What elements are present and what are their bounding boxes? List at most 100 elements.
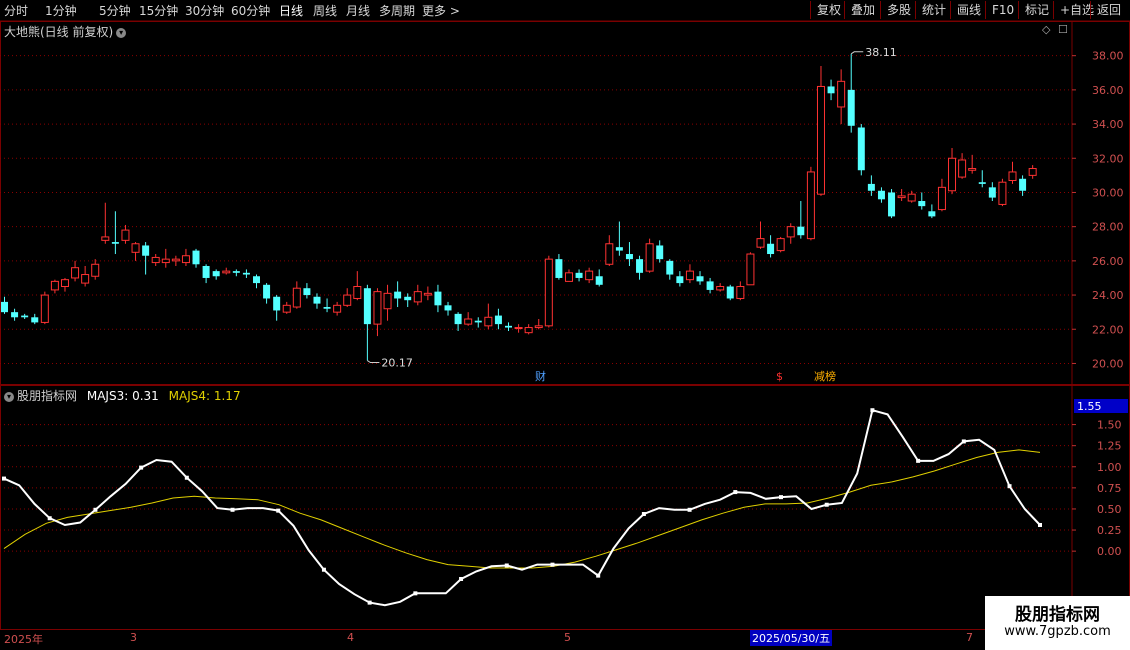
candle-body [31, 317, 39, 323]
period-fenshi-tab[interactable]: 分时 [4, 2, 28, 19]
candle-body [514, 327, 523, 330]
candle-body [1008, 171, 1017, 181]
candle [716, 283, 725, 292]
candle-body [776, 238, 785, 252]
f10-button[interactable]: F10 [985, 1, 1020, 19]
candle [91, 259, 100, 280]
draw-line-button[interactable]: 画线 [950, 1, 987, 19]
candle-body [454, 313, 462, 325]
candle [736, 281, 745, 301]
candle-body [363, 288, 371, 325]
period-15min-tab[interactable]: 15分钟 [139, 2, 178, 19]
period-60min-tab[interactable]: 60分钟 [231, 2, 270, 19]
candle-body [595, 276, 603, 285]
date-label-may: 5 [564, 631, 571, 644]
candle-body [716, 286, 725, 291]
candle [101, 202, 110, 244]
date-label-apr: 4 [347, 631, 354, 644]
candle [373, 288, 382, 337]
majs3-point [733, 490, 738, 495]
candle [11, 308, 19, 321]
candle-body [413, 291, 422, 303]
candle [837, 69, 846, 125]
period-daily-tab[interactable]: 日线 [279, 2, 303, 19]
candle [303, 283, 311, 299]
candle [242, 269, 250, 278]
candle-body [575, 272, 583, 278]
candle [474, 317, 482, 328]
indicator-chart[interactable]: 1.50 1.25 1.00 0.75 0.50 0.25 0.00 1.55 [0, 386, 1130, 629]
candle-body [888, 192, 896, 217]
period-more-tab[interactable]: 更多 > [422, 2, 460, 19]
candle-body [524, 327, 533, 334]
period-5min-tab[interactable]: 5分钟 [99, 2, 131, 19]
candle [464, 312, 473, 326]
cursor-date-label: 2025/05/30/五 [750, 630, 833, 646]
price-tick-label: 30.00 [1092, 186, 1124, 199]
candle-body [282, 304, 291, 313]
candle-body [131, 243, 140, 253]
majs3-point [596, 573, 601, 578]
candle-body [1028, 168, 1037, 176]
candle [555, 254, 563, 280]
candle [937, 178, 946, 212]
candle [827, 79, 835, 101]
majs3-point [184, 475, 189, 480]
candle-body [816, 85, 825, 195]
candle [524, 324, 533, 335]
mark-button[interactable]: 标记 [1018, 1, 1055, 19]
candle [484, 303, 493, 330]
candle-body [756, 238, 765, 248]
event-marker: 财 [535, 369, 546, 383]
candle [323, 298, 331, 313]
candle-body [434, 291, 442, 306]
candle-body [877, 190, 885, 200]
overlay-button[interactable]: 叠加 [844, 1, 881, 19]
majs3-point [870, 408, 875, 413]
period-30min-tab[interactable]: 30分钟 [185, 2, 224, 19]
candle-body [827, 86, 835, 94]
candle [625, 242, 633, 266]
candle-body [928, 211, 936, 217]
period-multi-tab[interactable]: 多周期 [379, 2, 415, 19]
candle [857, 124, 865, 176]
majs3-point [1007, 484, 1012, 489]
indicator-tick-label: 1.50 [1097, 419, 1122, 432]
watermark-url: www.7gpzb.com [1004, 624, 1111, 639]
majs3-point [1038, 522, 1042, 527]
candle [181, 248, 190, 266]
candle-body [937, 186, 946, 211]
back-button[interactable]: 返回 [1090, 1, 1127, 19]
period-weekly-tab[interactable]: 周线 [313, 2, 337, 19]
candle-body [494, 315, 502, 325]
fuquan-button[interactable]: 复权 [810, 1, 847, 19]
candle-body [383, 292, 392, 310]
majs3-point [276, 508, 281, 513]
majs3-point [47, 516, 52, 521]
stats-button[interactable]: 统计 [915, 1, 952, 19]
candle-body [736, 286, 745, 299]
majs3-point [779, 495, 783, 500]
majs3-point [824, 502, 829, 507]
candle [131, 242, 140, 261]
event-marker: $ [776, 370, 783, 383]
high-price-label: 38.11 [865, 46, 897, 59]
candle-body [313, 296, 321, 304]
majs3-point [230, 507, 235, 512]
period-1min-tab[interactable]: 1分钟 [45, 2, 77, 19]
majs3-line [3, 408, 1041, 607]
candle [151, 254, 160, 266]
multi-stock-button[interactable]: 多股 [880, 1, 917, 19]
candlestick-chart[interactable]: 38.00 36.00 34.00 32.00 30.00 28.00 26.00 24.00… [0, 22, 1130, 384]
candle [877, 187, 885, 203]
period-monthly-tab[interactable]: 月线 [346, 2, 370, 19]
candle [454, 312, 462, 331]
candle-body [242, 272, 250, 275]
price-tick-label: 24.00 [1092, 289, 1124, 302]
majs3-point [916, 458, 921, 463]
candle-body [767, 243, 775, 255]
date-label-jul: 7 [966, 631, 973, 644]
candle-body [263, 284, 271, 299]
candle [232, 269, 240, 277]
candle [31, 313, 39, 325]
